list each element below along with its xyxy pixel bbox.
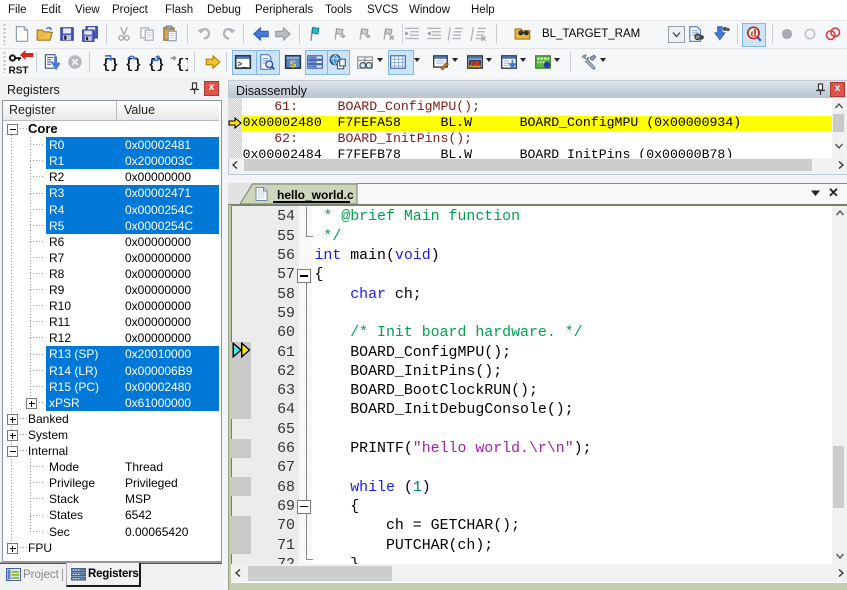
svg-text:S: S [289,60,296,71]
svg-text:{}: {} [125,58,141,71]
svg-text:d: d [750,27,756,39]
svg-text:RST: RST [9,66,29,76]
svg-text:>_: >_ [237,61,247,70]
svg-text:{}: {} [176,58,188,71]
